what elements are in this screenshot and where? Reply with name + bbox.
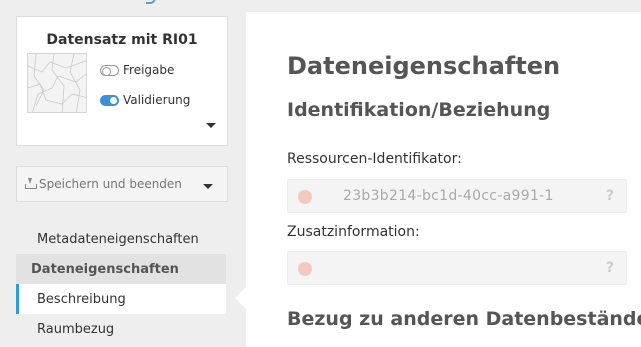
field-label-zusatzinformation: Zusatzinformation: <box>287 224 420 240</box>
toggle-switch-on[interactable] <box>100 94 119 106</box>
sidebar-item-beschreibung[interactable]: Beschreibung <box>16 284 226 314</box>
sidebar-item-metadateneigenschaften[interactable]: Metadateneigenschaften <box>16 224 226 254</box>
dataset-title: Datensatz mit RI01 <box>46 32 198 48</box>
section-heading-identifikation: Identifikation/Beziehung <box>287 99 551 121</box>
help-icon[interactable]: ? <box>606 188 614 204</box>
ressourcen-identifikator-field[interactable]: 23b3b214-bc1d-40cc-a991-1 ? <box>287 179 627 213</box>
sidebar-item-raumbezug[interactable]: Raumbezug <box>16 314 226 344</box>
main-panel: Dateneigenschaften Identifikation/Bezieh… <box>246 12 641 347</box>
card-expand-caret-icon[interactable] <box>206 123 216 128</box>
sidebar-item-label: Dateneigenschaften <box>31 261 179 277</box>
zusatzinformation-field[interactable]: ? <box>287 251 627 285</box>
save-and-exit-dropdown[interactable]: Speichern und beenden <box>16 166 228 202</box>
sidebar-nav: Metadateneigenschaften Dateneigenschafte… <box>16 224 226 344</box>
toggle-validierung[interactable]: Validierung <box>100 92 190 108</box>
required-indicator-icon <box>298 190 312 204</box>
field-value: 23b3b214-bc1d-40cc-a991-1 <box>343 188 554 204</box>
sidebar-item-label: Raumbezug <box>37 321 115 337</box>
toggle-label-freigabe: Freigabe <box>123 63 175 77</box>
active-item-pointer <box>235 287 246 309</box>
sidebar-item-label: Metadateneigenschaften <box>37 231 199 247</box>
toggle-freigabe[interactable]: Freigabe <box>100 62 174 78</box>
save-label: Speichern und beenden <box>39 177 182 191</box>
top-accent-mark <box>146 0 156 4</box>
save-icon <box>25 178 37 189</box>
dataset-card: Datensatz mit RI01 Freigabe Validierung <box>16 16 228 146</box>
section-heading-bezug: Bezug zu anderen Datenbeständen <box>287 308 641 330</box>
required-indicator-icon <box>298 262 312 276</box>
sidebar-item-label: Beschreibung <box>37 291 126 307</box>
help-icon[interactable]: ? <box>606 260 614 276</box>
toggle-label-validierung: Validierung <box>123 93 191 107</box>
sidebar-section-dateneigenschaften[interactable]: Dateneigenschaften <box>16 254 226 284</box>
map-thumbnail[interactable] <box>27 53 87 113</box>
page-title: Dateneigenschaften <box>287 52 561 80</box>
field-label-ressourcen-identifikator: Ressourcen-Identifikator: <box>287 151 462 167</box>
chevron-down-icon[interactable] <box>203 184 213 189</box>
toggle-switch-off[interactable] <box>100 64 119 76</box>
